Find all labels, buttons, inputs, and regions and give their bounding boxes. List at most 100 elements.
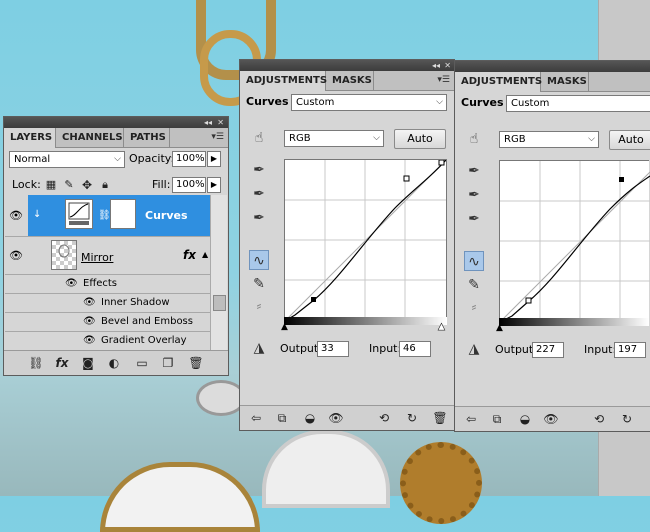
panel-titlebar[interactable]: ◂◂ ✕ — [4, 117, 228, 128]
smooth-curve-icon[interactable]: ⸗ — [464, 297, 484, 317]
clipping-warning-icon[interactable]: ◮ — [249, 338, 269, 358]
close-icon[interactable]: ✕ — [444, 60, 451, 71]
trash-icon[interactable]: 🗑︎ — [432, 410, 448, 426]
panel-titlebar[interactable] — [455, 61, 650, 72]
visibility-eye-icon[interactable]: 👁︎ — [543, 411, 559, 427]
black-slider-icon[interactable]: ▲ — [496, 323, 503, 333]
fill-field[interactable]: 100% — [172, 177, 206, 193]
chain-link-icon[interactable]: ⛓︎ — [98, 210, 111, 221]
tab-adjustments[interactable]: ADJUSTMENTS — [240, 71, 327, 91]
reset-icon[interactable]: ↻ — [404, 410, 420, 426]
eye-icon[interactable]: 👁︎ — [9, 249, 23, 262]
lock-position-move-icon[interactable]: ✥ — [78, 176, 96, 194]
output-field[interactable]: 227 — [532, 342, 564, 358]
input-field[interactable]: 46 — [399, 341, 431, 357]
effect-row-gradient-overlay[interactable]: 👁︎ Gradient Overlay — [5, 332, 210, 351]
curve-point-selected[interactable] — [619, 177, 624, 182]
trash-icon[interactable]: 🗑︎ — [188, 355, 204, 371]
blend-mode-select[interactable]: Normal ⌵ — [9, 151, 125, 168]
fill-arrow-icon[interactable]: ▶ — [207, 177, 221, 193]
new-layer-icon[interactable]: ❐ — [160, 355, 176, 371]
collapse-icon[interactable]: ◂◂ — [432, 60, 440, 71]
on-image-adjust-hand-icon[interactable]: ☝ — [464, 129, 484, 149]
tab-channels[interactable]: CHANNELS — [56, 128, 124, 147]
view-previous-state-icon[interactable]: ⟲ — [591, 411, 607, 427]
curves-graph[interactable] — [284, 159, 447, 322]
back-arrow-icon[interactable]: ⇦ — [248, 410, 264, 426]
curve-svg[interactable] — [284, 159, 447, 322]
effect-row-inner-shadow[interactable]: 👁︎ Inner Shadow — [5, 294, 210, 313]
layer-name[interactable]: Mirror — [81, 251, 113, 264]
tab-paths[interactable]: PATHS — [124, 128, 170, 147]
white-point-eyedropper-icon[interactable]: ✒ — [464, 209, 484, 229]
panel-menu-icon[interactable]: ▾☰ — [211, 132, 224, 142]
pencil-draw-icon[interactable]: ✎ — [464, 275, 484, 295]
visibility-eye-icon[interactable]: 👁︎ — [328, 410, 344, 426]
add-mask-icon[interactable]: ◙ — [80, 355, 96, 371]
expand-view-icon[interactable]: ⧉ — [489, 411, 505, 427]
smooth-curve-icon[interactable]: ⸗ — [249, 296, 269, 316]
tab-masks[interactable]: MASKS — [326, 71, 374, 90]
eye-icon[interactable]: 👁︎ — [83, 335, 96, 346]
channel-select[interactable]: RGB ⌵ — [284, 130, 384, 147]
clip-to-layer-icon[interactable]: ◒ — [302, 410, 318, 426]
black-point-eyedropper-icon[interactable]: ✒ — [249, 160, 269, 180]
add-style-fx-icon[interactable]: fx — [54, 355, 70, 371]
layer-name[interactable]: Curves — [145, 209, 188, 222]
black-point-eyedropper-icon[interactable]: ✒ — [464, 161, 484, 181]
white-slider-icon[interactable]: ▲ — [438, 322, 445, 333]
collapse-icon[interactable]: ◂◂ — [204, 117, 212, 128]
curve-endpoint[interactable] — [438, 159, 445, 166]
curve-point[interactable] — [525, 297, 532, 304]
tab-adjustments[interactable]: ADJUSTMENTS — [455, 72, 542, 92]
channel-select[interactable]: RGB ⌵ — [499, 131, 599, 148]
curve-svg[interactable] — [499, 161, 650, 323]
clipping-warning-icon[interactable]: ◮ — [464, 339, 484, 359]
curve-points-tool-icon[interactable]: ∿ — [249, 250, 269, 270]
auto-button[interactable]: Auto — [609, 130, 650, 150]
curves-graph[interactable] — [499, 160, 650, 323]
on-image-adjust-hand-icon[interactable]: ☝ — [249, 128, 269, 148]
black-slider-icon[interactable]: ▲ — [281, 322, 288, 332]
lock-transparency-icon[interactable]: ▦ — [42, 176, 60, 194]
eye-icon[interactable]: 👁︎ — [83, 316, 96, 327]
reset-icon[interactable]: ↻ — [619, 411, 635, 427]
layer-mask-thumbnail[interactable] — [110, 199, 136, 229]
preset-select[interactable]: Custom — [506, 95, 650, 112]
eye-icon[interactable]: 👁︎ — [65, 278, 78, 289]
link-layers-icon[interactable]: ⛓︎ — [28, 355, 44, 371]
panel-menu-icon[interactable]: ▾☰ — [437, 75, 450, 85]
effect-row-bevel-emboss[interactable]: 👁︎ Bevel and Emboss — [5, 313, 210, 332]
eye-icon[interactable]: 👁︎ — [83, 297, 96, 308]
curves-adjustment-thumbnail[interactable] — [65, 199, 93, 229]
tab-masks[interactable]: MASKS — [541, 72, 589, 91]
mirror-layer-thumbnail[interactable] — [51, 240, 77, 270]
curve-point-selected[interactable] — [311, 297, 316, 302]
new-group-folder-icon[interactable]: ▭ — [134, 355, 150, 371]
clip-to-layer-icon[interactable]: ◒ — [517, 411, 533, 427]
layer-row-mirror[interactable]: 👁︎ Mirror fx ▲ — [5, 237, 210, 275]
eye-icon[interactable]: 👁︎ — [9, 209, 23, 222]
view-previous-state-icon[interactable]: ⟲ — [376, 410, 392, 426]
input-field[interactable]: 197 — [614, 342, 646, 358]
back-arrow-icon[interactable]: ⇦ — [463, 411, 479, 427]
white-point-eyedropper-icon[interactable]: ✒ — [249, 208, 269, 228]
pencil-draw-icon[interactable]: ✎ — [249, 274, 269, 294]
lock-all-padlock-icon[interactable]: 🔒︎ — [96, 176, 114, 194]
panel-titlebar[interactable]: ◂◂ ✕ — [240, 60, 454, 71]
output-field[interactable]: 33 — [317, 341, 349, 357]
fx-icon[interactable]: fx — [183, 248, 196, 262]
opacity-arrow-icon[interactable]: ▶ — [207, 151, 221, 167]
adjustment-layer-icon[interactable]: ◐ — [106, 355, 122, 371]
expand-view-icon[interactable]: ⧉ — [274, 410, 290, 426]
opacity-field[interactable]: 100% — [172, 151, 206, 167]
preset-select[interactable]: Custom ⌵ — [291, 94, 447, 111]
curve-points-tool-icon[interactable]: ∿ — [464, 251, 484, 271]
lock-pixels-brush-icon[interactable]: ✎ — [60, 176, 78, 194]
close-icon[interactable]: ✕ — [217, 117, 224, 128]
layers-scrollbar[interactable] — [210, 195, 227, 351]
gray-point-eyedropper-icon[interactable]: ✒ — [249, 184, 269, 204]
auto-button[interactable]: Auto — [394, 129, 446, 149]
gray-point-eyedropper-icon[interactable]: ✒ — [464, 185, 484, 205]
effects-row[interactable]: 👁︎ Effects — [5, 275, 210, 294]
